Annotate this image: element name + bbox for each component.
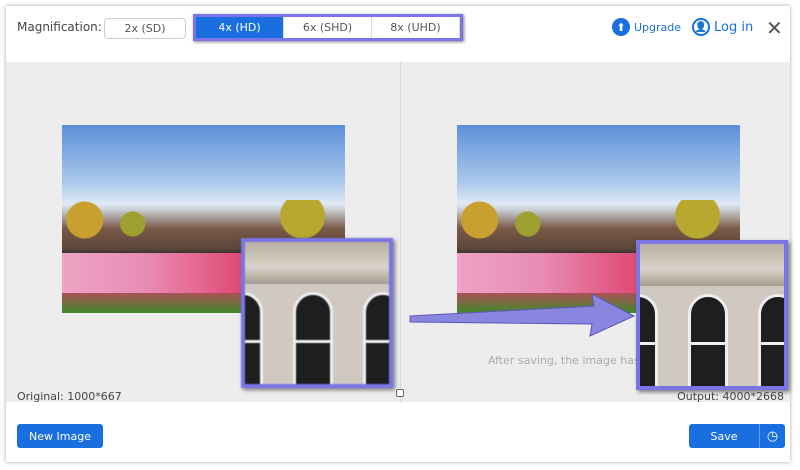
divider-handle[interactable] bbox=[396, 389, 404, 397]
output-zoom-inset bbox=[636, 240, 788, 390]
output-size: Output: 4000*2668 bbox=[677, 390, 784, 403]
option-8x[interactable]: 8x (UHD) bbox=[372, 17, 460, 38]
new-image-button[interactable]: New Image bbox=[17, 424, 103, 448]
magnification-label: Magnification: bbox=[17, 20, 102, 34]
arrow-icon bbox=[409, 293, 636, 337]
save-button-group: Save ◷ bbox=[689, 424, 785, 448]
upgrade-link[interactable]: ⬆ Upgrade bbox=[612, 18, 681, 36]
preview-area: After saving, the image has n Original: … bbox=[6, 62, 790, 403]
clock-icon[interactable]: ◷ bbox=[759, 424, 785, 448]
option-2x[interactable]: 2x (SD) bbox=[104, 18, 186, 39]
option-6x[interactable]: 6x (SHD) bbox=[284, 17, 372, 38]
user-icon: 👤 bbox=[692, 18, 710, 36]
save-hint: After saving, the image has n bbox=[488, 354, 651, 367]
compare-divider[interactable] bbox=[400, 62, 401, 402]
close-icon[interactable]: ✕ bbox=[766, 16, 783, 40]
upgrade-icon: ⬆ bbox=[612, 18, 630, 36]
option-4x[interactable]: 4x (HD) bbox=[196, 17, 284, 38]
login-label: Log in bbox=[714, 19, 754, 35]
original-size: Original: 1000*667 bbox=[17, 390, 122, 403]
original-zoom-inset bbox=[241, 238, 393, 388]
login-link[interactable]: 👤 Log in bbox=[692, 18, 753, 36]
magnification-segment: 4x (HD) 6x (SHD) 8x (UHD) bbox=[193, 14, 463, 41]
upgrade-label: Upgrade bbox=[634, 20, 682, 34]
upscaler-window: Magnification: 2x (SD) 4x (HD) 6x (SHD) … bbox=[6, 6, 790, 462]
save-button[interactable]: Save bbox=[689, 424, 759, 448]
